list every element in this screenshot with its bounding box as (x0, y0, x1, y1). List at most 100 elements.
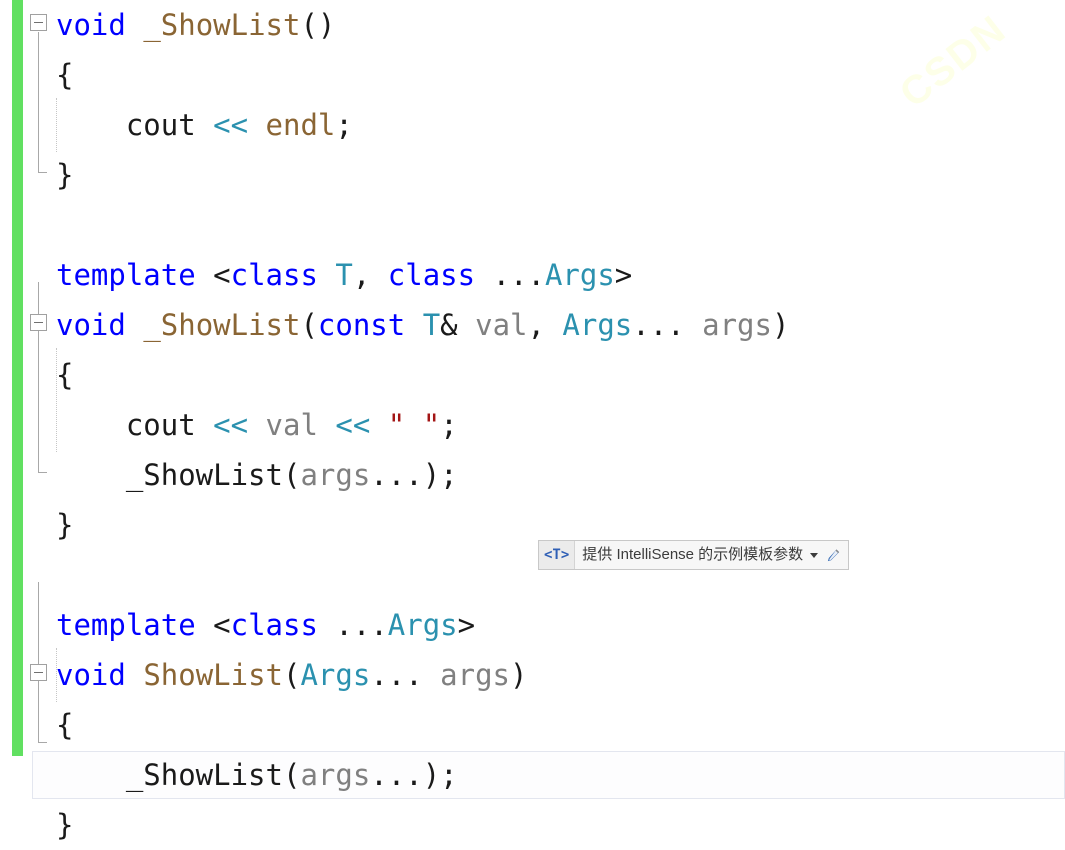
code-token: << (335, 408, 371, 442)
code-token: Args (562, 308, 633, 342)
code-token: ShowList (143, 658, 283, 692)
code-token: Args (544, 258, 615, 292)
code-token: ... (475, 258, 545, 292)
code-line[interactable]: { (0, 700, 1065, 750)
intellisense-template-arg-tooltip[interactable]: <T> 提供 IntelliSense 的示例模板参数 (538, 540, 850, 570)
code-line[interactable]: cout << val << " "; (0, 400, 1065, 450)
code-token: ... (317, 608, 388, 642)
code-line[interactable]: _ShowList(args...); (0, 750, 1065, 800)
code-token: T (335, 258, 353, 292)
code-token: ... (370, 658, 441, 692)
code-token: ( (282, 758, 301, 792)
code-token: template (56, 258, 196, 292)
code-token: ) (510, 658, 528, 692)
code-line-content: { (56, 700, 1065, 750)
code-line[interactable]: void _ShowList(const T& val, Args... arg… (0, 300, 1065, 350)
code-token: args (300, 758, 371, 792)
collapse-region-icon[interactable] (30, 14, 47, 31)
code-line[interactable]: _ShowList(args...); (0, 450, 1065, 500)
code-line-content: void _ShowList(const T& val, Args... arg… (56, 300, 1065, 350)
code-token: _ShowList (143, 8, 301, 42)
code-line[interactable]: template <class ...Args> (0, 600, 1065, 650)
code-token: ( (282, 458, 301, 492)
code-token: < (213, 608, 231, 642)
code-token: " " (387, 408, 441, 442)
code-token: } (56, 158, 74, 192)
code-token: args (702, 308, 772, 342)
code-token: args (440, 658, 510, 692)
code-token: ); (422, 758, 458, 792)
code-line[interactable]: cout << endl; (0, 100, 1065, 150)
code-line-content: { (56, 350, 1065, 400)
chevron-down-icon[interactable] (809, 541, 824, 569)
code-line[interactable]: void ShowList(Args... args) (0, 650, 1065, 700)
code-token: ( (283, 658, 301, 692)
code-token: << (213, 108, 249, 142)
code-token: _ShowList (125, 758, 283, 792)
collapse-region-icon[interactable] (30, 314, 47, 331)
code-token: { (56, 58, 74, 92)
code-token: ... (370, 758, 423, 792)
code-token: & (440, 308, 458, 342)
code-token: { (56, 358, 74, 392)
code-line[interactable]: } (0, 150, 1065, 200)
pencil-icon[interactable] (824, 541, 848, 569)
code-token: val (265, 408, 318, 442)
code-token: cout (125, 408, 196, 442)
code-token: cout (125, 108, 196, 142)
code-line[interactable]: } (0, 800, 1065, 850)
template-arg-badge: <T> (539, 541, 576, 569)
code-token: ; (335, 108, 353, 142)
code-lines[interactable]: void _ShowList(){ cout << endl;} template… (0, 0, 1065, 842)
code-token: void (56, 8, 126, 42)
code-token: ( (300, 308, 318, 342)
code-token: ); (422, 458, 458, 492)
code-line-content: void _ShowList() (56, 0, 1065, 50)
code-token: args (300, 458, 371, 492)
code-token: () (300, 8, 336, 42)
code-token: T (422, 308, 441, 342)
code-line[interactable] (0, 550, 1065, 600)
code-editor[interactable]: CSDN void _ShowList(){ cout << endl;} tem… (0, 0, 1065, 842)
code-token: void (56, 308, 126, 342)
code-token: ... (370, 458, 423, 492)
code-token: Args (300, 658, 371, 692)
code-line[interactable]: template <class T, class ...Args> (0, 250, 1065, 300)
code-line-content: template <class T, class ...Args> (56, 250, 1065, 300)
code-token: class (230, 258, 318, 292)
code-token: } (56, 508, 74, 542)
code-line-content: } (56, 800, 1065, 850)
code-line-content: _ShowList(args...); (56, 750, 1065, 800)
code-line[interactable]: { (0, 50, 1065, 100)
code-line-content: template <class ...Args> (56, 600, 1065, 650)
code-line[interactable]: } (0, 500, 1065, 550)
code-token: ; (440, 408, 458, 442)
code-line-content: cout << val << " "; (56, 400, 1065, 450)
code-line-content (56, 200, 1065, 250)
code-token: > (457, 608, 476, 642)
code-line-content: void ShowList(Args... args) (56, 650, 1065, 700)
code-token: const (317, 308, 406, 342)
code-token: val (475, 308, 528, 342)
code-line[interactable] (0, 200, 1065, 250)
collapse-region-icon[interactable] (30, 664, 47, 681)
code-token: class (230, 608, 318, 642)
code-token: > (614, 258, 633, 292)
template-arg-text: 提供 IntelliSense 的示例模板参数 (582, 546, 804, 563)
code-line-content: _ShowList(args...); (56, 450, 1065, 500)
code-token: , (352, 258, 388, 292)
code-token: ) (771, 308, 790, 342)
code-line[interactable]: void _ShowList() (0, 0, 1065, 50)
code-line[interactable]: { (0, 350, 1065, 400)
